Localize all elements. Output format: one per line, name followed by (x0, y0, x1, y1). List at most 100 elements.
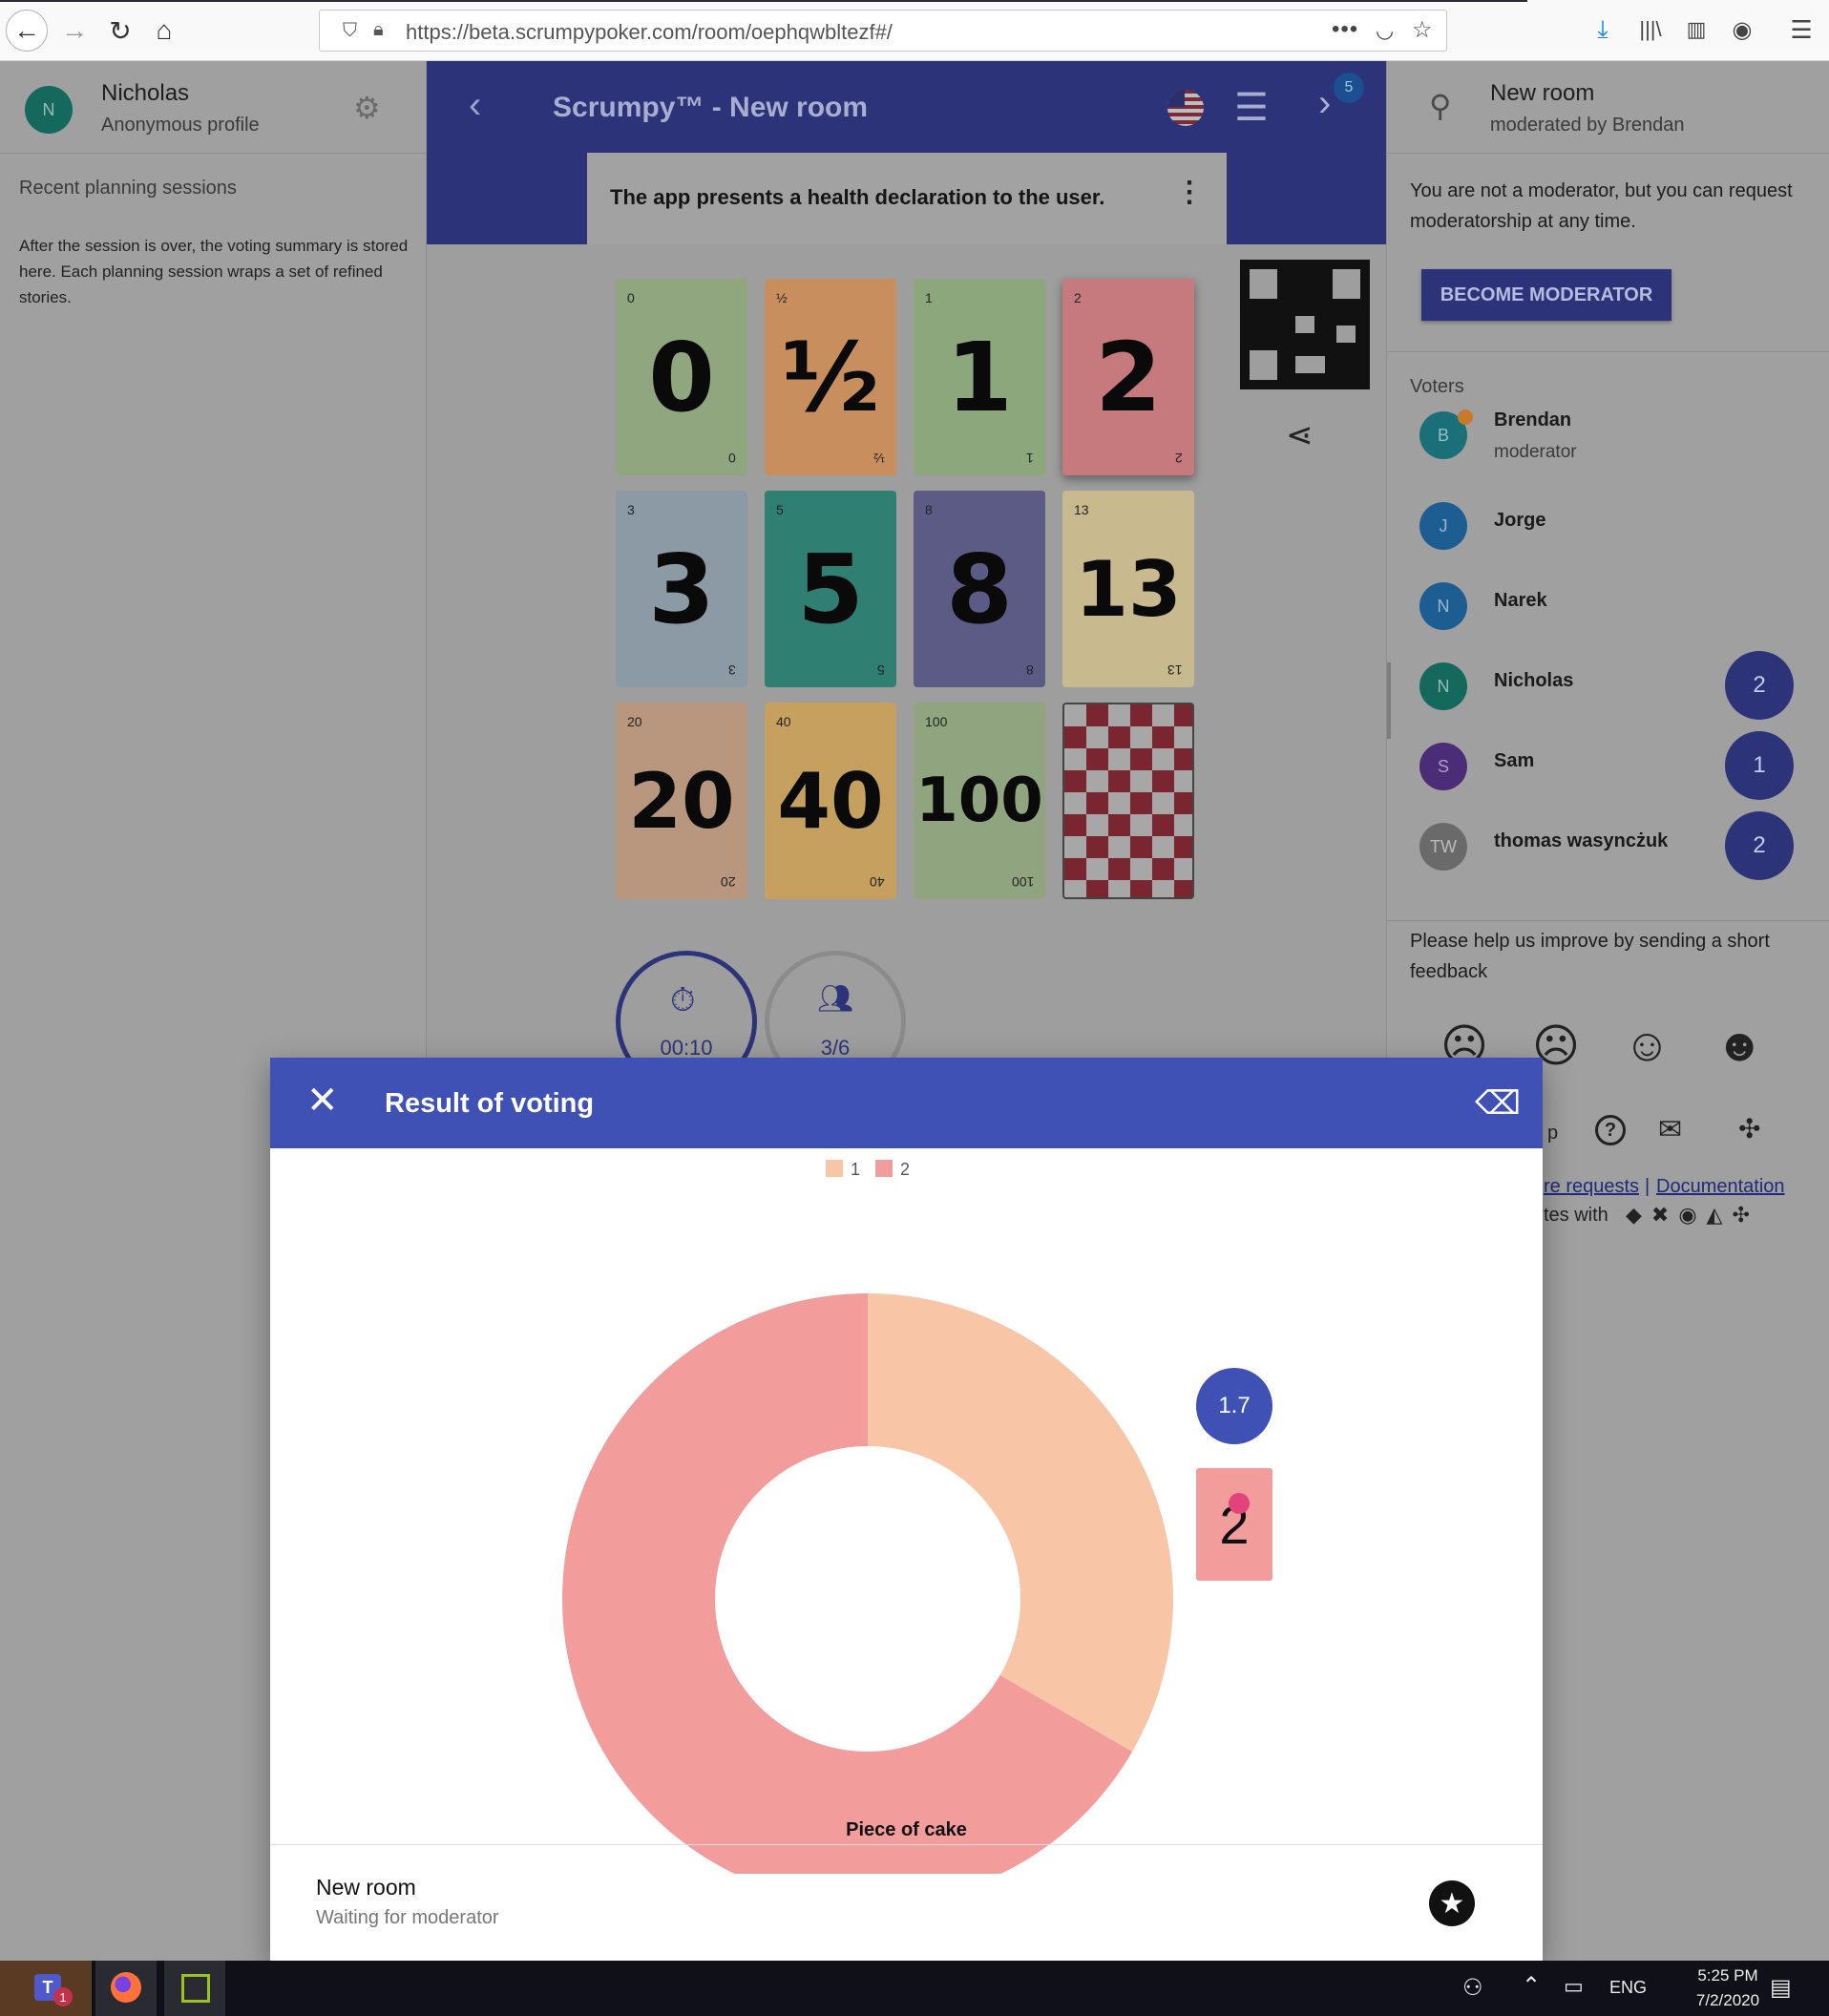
help-icon[interactable]: ? (1595, 1115, 1626, 1145)
legend-label[interactable]: 1 (851, 1160, 860, 1179)
voter-role: moderator (1494, 442, 1577, 462)
poker-card[interactable]: 40 40 40 (765, 703, 896, 899)
coffee-break-card[interactable] (1062, 703, 1194, 899)
story-more-icon[interactable]: ⋮ (1175, 176, 1204, 209)
shield-icon: ⛉ (343, 20, 357, 41)
donut-slice-1[interactable] (868, 1293, 1173, 1752)
settings-gear-icon[interactable]: ⚙ (353, 90, 381, 126)
poker-card[interactable]: 1 1 1 (914, 279, 1045, 475)
become-moderator-button[interactable]: BECOME MODERATOR (1421, 269, 1671, 321)
poker-card[interactable]: 3 3 3 (616, 491, 747, 687)
card-corner-value: 5 (877, 662, 885, 678)
more-actions-icon[interactable]: ••• (1332, 16, 1358, 43)
card-corner-value: 40 (870, 874, 885, 890)
help-link-fragment[interactable]: p (1547, 1123, 1558, 1144)
mail-icon[interactable]: ✉ (1658, 1113, 1682, 1146)
card-corner-value: ½ (776, 290, 788, 305)
very-happy-face-icon[interactable]: ☻ (1715, 1019, 1764, 1072)
divider (0, 153, 427, 154)
story-card: The app presents a health declaration to… (587, 153, 1227, 244)
forward-button[interactable]: → (53, 10, 95, 52)
library-icon[interactable]: |||\ (1634, 13, 1667, 46)
feedback-text: Please help us improve by sending a shor… (1410, 931, 1770, 982)
card-corner-value: 3 (627, 502, 635, 517)
clock-date[interactable]: 7/2/2020 (1671, 1991, 1785, 2010)
qr-code[interactable] (1240, 260, 1370, 389)
scrollbar[interactable] (1387, 662, 1391, 739)
footer-room-name: New room (316, 1875, 416, 1900)
poker-card[interactable]: 8 8 8 (914, 491, 1045, 687)
account-icon[interactable]: ◉ (1726, 13, 1758, 46)
poker-card[interactable]: 0 0 0 (616, 279, 747, 475)
voter-avatar: J (1419, 502, 1467, 550)
home-button[interactable]: ⌂ (143, 10, 185, 52)
voter-name: Narek (1494, 590, 1547, 611)
footer-status: Waiting for moderator (316, 1907, 499, 1928)
card-value: 3 (648, 533, 715, 645)
poker-card[interactable]: 2 2 2 (1062, 279, 1194, 475)
forward-chevron-icon[interactable]: › (1318, 82, 1331, 125)
clear-votes-icon[interactable]: ⌫ (1475, 1084, 1521, 1123)
integration-icons[interactable]: ◆✖◉◭✣ (1626, 1203, 1759, 1228)
teams-badge: 1 (53, 1987, 73, 2006)
poker-card[interactable]: 13 13 13 (1062, 491, 1194, 687)
slack-icon[interactable]: ✣ (1738, 1113, 1760, 1144)
sidebar-icon[interactable]: ▥ (1680, 13, 1713, 46)
story-list-icon[interactable]: ☰ (1234, 86, 1269, 130)
card-corner-value: 8 (1026, 662, 1034, 678)
card-value: 5 (797, 533, 864, 645)
card-value: 40 (777, 756, 884, 846)
card-value: 0 (648, 321, 715, 433)
card-value: 2 (1095, 321, 1162, 433)
us-flag-icon[interactable] (1167, 90, 1204, 126)
documentation-link[interactable]: Documentation (1656, 1176, 1785, 1198)
card-corner-value: 2 (1074, 290, 1082, 305)
close-icon[interactable]: ✕ (306, 1079, 339, 1123)
download-icon[interactable]: ⤓ (1587, 13, 1619, 46)
voter-row: S Sam 1 (1387, 731, 1829, 809)
people-tray-icon[interactable]: ⚇ (1462, 1974, 1483, 2002)
reload-button[interactable]: ↻ (99, 10, 141, 52)
voter-name: Brendan (1494, 410, 1572, 430)
firefox-app-button[interactable] (95, 1961, 157, 2016)
language-indicator[interactable]: ENG (1609, 1978, 1647, 1998)
forward-arrow-icon: → (61, 15, 88, 45)
card-corner-value: 13 (1074, 502, 1089, 517)
poker-card[interactable]: 5 5 5 (765, 491, 896, 687)
card-corner-value: ½ (873, 451, 885, 466)
url-bar[interactable]: ⛉ 🔒︎ https://beta.scrumpypoker.com/room/… (319, 10, 1447, 52)
menu-icon[interactable]: ☰ (1785, 13, 1818, 46)
location-pin-icon: ⚲ (1429, 89, 1452, 123)
poker-card[interactable]: ½ ½ ½ (765, 279, 896, 475)
divider (1387, 920, 1829, 921)
voter-name: thomas wasyncżuk (1494, 830, 1669, 851)
notification-center-icon[interactable]: ▤ (1770, 1974, 1792, 2002)
card-corner-value: 13 (1167, 662, 1183, 678)
card-corner-value: 20 (721, 874, 736, 890)
consensus-card: 2 (1196, 1468, 1272, 1581)
chevron-up-icon[interactable]: ⌃ (1522, 1972, 1541, 2000)
clock-time[interactable]: 5:25 PM (1671, 1966, 1785, 1985)
room-name: New room (1490, 80, 1595, 106)
network-icon[interactable]: ▭ (1564, 1974, 1584, 1999)
favorite-star-icon[interactable]: ★ (1429, 1880, 1475, 1926)
card-value: 13 (1075, 544, 1182, 634)
poker-card[interactable]: 100 100 100 (914, 703, 1045, 899)
card-corner-value: 5 (776, 502, 784, 517)
divider (1387, 351, 1829, 352)
back-button[interactable]: ← (6, 10, 48, 52)
bookmark-star-icon[interactable]: ☆ (1412, 16, 1433, 44)
notification-badge: 5 (1334, 73, 1364, 103)
app-button[interactable] (164, 1961, 225, 2016)
back-chevron-icon[interactable]: ‹ (469, 84, 481, 127)
card-label: Piece of cake (846, 1819, 967, 1840)
happy-face-icon[interactable]: ☺ (1624, 1019, 1671, 1072)
legend-label[interactable]: 2 (900, 1160, 910, 1179)
share-icon[interactable]: ⋖ (1286, 416, 1314, 454)
feature-requests-link[interactable]: re requests (1544, 1176, 1639, 1198)
poker-card[interactable]: 20 20 20 (616, 703, 747, 899)
pocket-icon[interactable]: ◡ (1376, 18, 1394, 43)
teams-app-button[interactable]: T 1 (0, 1961, 92, 2016)
voter-row: N Narek (1387, 573, 1829, 649)
legend-swatch (826, 1160, 843, 1177)
